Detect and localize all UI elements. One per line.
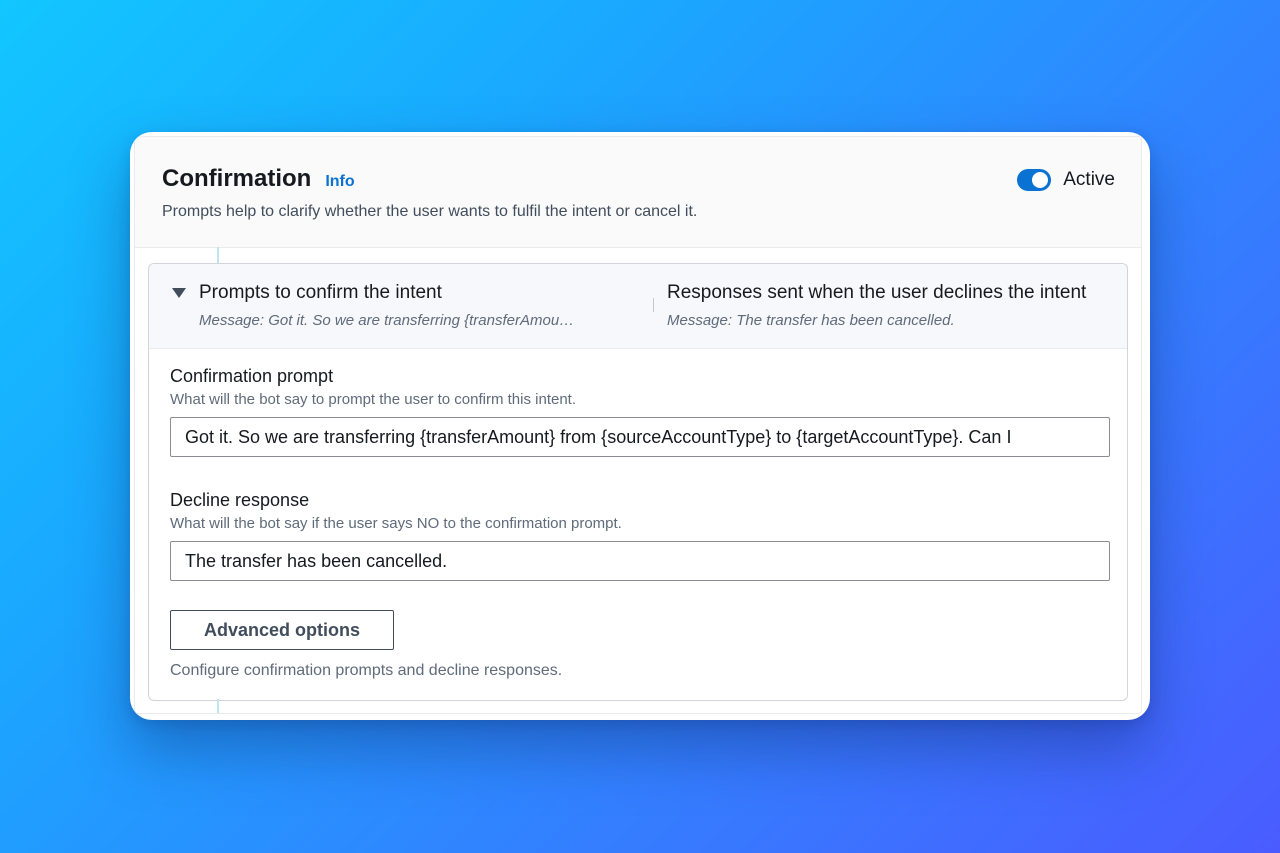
section-description: Prompts help to clarify whether the user…: [162, 203, 698, 220]
active-toggle[interactable]: [1017, 169, 1052, 191]
confirmation-prompt-label: Confirmation prompt: [170, 366, 334, 386]
advanced-options-description: Configure confirmation prompts and decli…: [170, 662, 563, 679]
header-divider: [653, 298, 654, 312]
section-title: Confirmation: [162, 165, 312, 192]
decline-responses-title: Responses sent when the user declines th…: [667, 282, 1087, 303]
prompts-to-confirm-title[interactable]: Prompts to confirm the intent: [199, 282, 442, 304]
decline-response-label: Decline response: [170, 490, 310, 510]
decorative-connector: [217, 247, 219, 263]
active-toggle-group[interactable]: Active: [1017, 169, 1115, 191]
caret-down-icon[interactable]: [172, 288, 186, 298]
section-header: Confirmation Info Prompts help to clarif…: [135, 137, 1141, 248]
info-link[interactable]: Info: [325, 173, 354, 191]
decline-response-input[interactable]: [170, 541, 1110, 581]
toggle-knob: [1032, 172, 1049, 188]
confirm-intent-panel: Prompts to confirm the intent Message: G…: [148, 263, 1128, 701]
decorative-connector: [217, 699, 219, 713]
confirmation-prompt-description: What will the bot say to prompt the user…: [170, 391, 577, 408]
title-row: Confirmation Info: [162, 165, 355, 193]
active-toggle-label: Active: [1063, 169, 1115, 190]
confirmation-section: Confirmation Info Prompts help to clarif…: [134, 136, 1142, 714]
advanced-options-button[interactable]: Advanced options: [170, 610, 394, 650]
decline-response-description: What will the bot say if the user says N…: [170, 515, 622, 532]
confirmation-prompt-input[interactable]: [170, 417, 1110, 457]
decline-responses-message: Message: The transfer has been cancelled…: [667, 312, 955, 329]
panel-header[interactable]: Prompts to confirm the intent Message: G…: [149, 264, 1127, 349]
prompts-to-confirm-message: Message: Got it. So we are transferring …: [199, 312, 575, 329]
confirmation-card: Confirmation Info Prompts help to clarif…: [130, 132, 1150, 720]
